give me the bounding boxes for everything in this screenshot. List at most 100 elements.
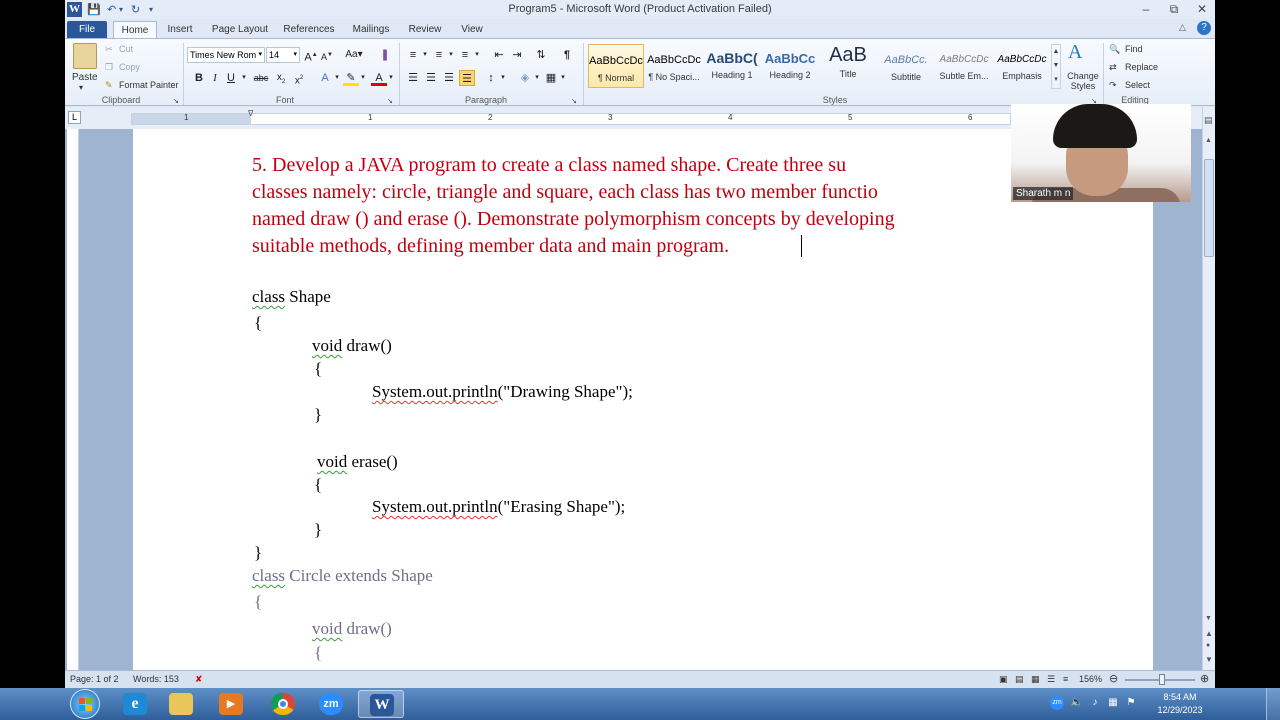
tab-references[interactable]: References [281, 21, 337, 39]
tab-insert[interactable]: Insert [163, 21, 197, 39]
previous-page-icon[interactable]: ▲ [1205, 629, 1213, 638]
close-icon[interactable]: ✕ [1189, 1, 1215, 18]
style-normal[interactable]: AaBbCcDc ¶ Normal [588, 44, 644, 88]
font-size-combo[interactable]: 14 ▾ [266, 47, 300, 63]
outline-icon[interactable]: ☰ [1047, 674, 1055, 685]
ruler-toggle-icon[interactable]: ▤ [1204, 115, 1213, 126]
select-icon[interactable]: ↷ [1109, 80, 1117, 91]
select-button[interactable]: Select [1125, 80, 1150, 90]
taskbar-media-player[interactable]: ▶ [208, 690, 254, 718]
speaker-icon[interactable]: ♪ [1088, 696, 1102, 710]
style-subtle-emphasis[interactable]: AaBbCcDc Subtle Em... [936, 44, 992, 88]
style-title[interactable]: AaB Title [820, 44, 876, 88]
copy-icon[interactable]: ❐ [105, 62, 113, 73]
font-name-combo[interactable]: Times New Rom ▾ [187, 47, 265, 63]
change-styles-icon[interactable]: A [1068, 41, 1082, 64]
underline-dropdown-icon[interactable]: ▾ [236, 70, 252, 86]
action-center-icon[interactable]: ⚑ [1124, 696, 1138, 710]
page-count[interactable]: Page: 1 of 2 [70, 674, 119, 684]
format-painter-icon[interactable]: ✎ [105, 80, 113, 91]
minimize-ribbon-icon[interactable]: △ [1179, 22, 1186, 33]
superscript-icon[interactable]: x2 [291, 70, 307, 86]
strikethrough-icon[interactable]: abc [253, 70, 269, 86]
show-formatting-icon[interactable]: ¶ [559, 47, 575, 63]
style-no-spacing[interactable]: AaBbCcDc ¶ No Spaci... [646, 44, 702, 88]
web-layout-icon[interactable]: ▦ [1031, 674, 1040, 685]
paragraph-launcher-icon[interactable]: ↘ [571, 97, 577, 105]
tab-file[interactable]: File [67, 21, 107, 39]
indent-marker-icon[interactable]: ∇ [248, 109, 253, 118]
bold-icon[interactable]: B [191, 70, 207, 86]
scroll-thumb[interactable] [1204, 159, 1214, 257]
start-button[interactable] [70, 689, 100, 719]
zoom-in-icon[interactable]: ⊕ [1200, 672, 1209, 685]
multilevel-dropdown-icon[interactable]: ▾ [469, 47, 485, 63]
word-count[interactable]: Words: 153 [133, 674, 179, 684]
draft-icon[interactable]: ≡ [1063, 674, 1068, 684]
restore-icon[interactable]: ⧉ [1161, 1, 1187, 18]
align-center-icon[interactable]: ☰ [423, 70, 439, 86]
vertical-ruler[interactable] [67, 129, 79, 670]
volume-icon[interactable]: 🔈 [1070, 696, 1084, 710]
taskbar-word[interactable]: W [358, 690, 404, 718]
borders-dropdown-icon[interactable]: ▾ [555, 70, 571, 86]
decrease-indent-icon[interactable]: ⇤ [491, 47, 507, 63]
tab-selector-icon[interactable]: L [68, 111, 81, 124]
cut-icon[interactable]: ✂ [105, 44, 113, 55]
network-icon[interactable]: ▦ [1106, 696, 1120, 710]
paste-icon[interactable] [73, 43, 97, 69]
subscript-icon[interactable]: x2 [273, 70, 289, 86]
change-styles-button[interactable]: Change Styles [1066, 71, 1100, 91]
styles-scroll-icon[interactable]: ▲ ▼ ▾ [1051, 44, 1061, 89]
tab-page-layout[interactable]: Page Layout [209, 21, 271, 39]
highlight-dropdown-icon[interactable]: ▾ [355, 70, 371, 86]
tray-zoom-icon[interactable]: zm [1050, 696, 1064, 710]
minimize-icon[interactable]: – [1133, 1, 1159, 18]
taskbar-chrome[interactable] [260, 690, 306, 718]
cut-button[interactable]: Cut [119, 44, 133, 54]
tab-mailings[interactable]: Mailings [349, 21, 393, 39]
vertical-scrollbar[interactable]: ▤ ▲ ▼ ▲ ● ▼ [1202, 107, 1215, 670]
sort-icon[interactable]: ⇅ [533, 47, 549, 63]
zoom-out-icon[interactable]: ⊖ [1109, 672, 1118, 685]
change-case-icon[interactable]: Aa▾ [343, 47, 365, 63]
document-page[interactable]: 5. Develop a JAVA program to create a cl… [133, 129, 1153, 670]
font-color-dropdown-icon[interactable]: ▾ [383, 70, 399, 86]
copy-button[interactable]: Copy [119, 62, 140, 72]
clear-formatting-icon[interactable]: ❚ [377, 47, 393, 63]
style-subtitle[interactable]: AaBbCc. Subtitle [878, 44, 934, 88]
system-clock[interactable]: 8:54 AM 12/29/2023 [1148, 691, 1212, 717]
shrink-font-icon[interactable]: A▼ [319, 47, 335, 63]
format-painter-button[interactable]: Format Painter [119, 80, 179, 90]
paste-button[interactable]: Paste [72, 72, 98, 83]
style-heading-1[interactable]: AaBbC(Heading 1 [704, 44, 760, 88]
clipboard-launcher-icon[interactable]: ↘ [173, 97, 179, 105]
italic-icon[interactable]: I [207, 70, 223, 86]
browse-object-icon[interactable]: ● [1206, 642, 1210, 649]
print-layout-icon[interactable]: ▣ [999, 674, 1008, 685]
scroll-up-icon[interactable]: ▲ [1205, 137, 1212, 144]
align-right-icon[interactable]: ☰ [441, 70, 457, 86]
horizontal-ruler[interactable]: ∇ 1 1 2 3 4 5 6 [131, 109, 1011, 125]
replace-icon[interactable]: ⇄ [1109, 62, 1117, 73]
justify-icon[interactable]: ☰ [459, 70, 475, 86]
align-left-icon[interactable]: ☰ [405, 70, 421, 86]
zoom-slider-thumb[interactable] [1159, 674, 1165, 685]
replace-button[interactable]: Replace [1125, 62, 1158, 72]
style-emphasis[interactable]: AaBbCcDc Emphasis [994, 44, 1050, 88]
tab-home[interactable]: Home [113, 21, 157, 39]
taskbar-explorer[interactable] [158, 690, 204, 718]
style-heading-2[interactable]: AaBbCc Heading 2 [762, 44, 818, 88]
paste-dropdown-icon[interactable]: ▾ [79, 83, 83, 92]
tab-view[interactable]: View [457, 21, 487, 39]
show-desktop-button[interactable] [1266, 688, 1280, 720]
help-icon[interactable]: ? [1197, 21, 1211, 35]
find-button[interactable]: Find [1125, 44, 1143, 54]
next-page-icon[interactable]: ▼ [1205, 655, 1213, 664]
find-icon[interactable]: 🔍 [1109, 44, 1120, 55]
full-screen-reading-icon[interactable]: ▤ [1015, 674, 1024, 685]
proofing-icon[interactable]: ✘ [195, 674, 203, 685]
line-spacing-dropdown-icon[interactable]: ▾ [495, 70, 511, 86]
taskbar-ie[interactable]: e [112, 690, 158, 718]
font-launcher-icon[interactable]: ↘ [387, 97, 393, 105]
